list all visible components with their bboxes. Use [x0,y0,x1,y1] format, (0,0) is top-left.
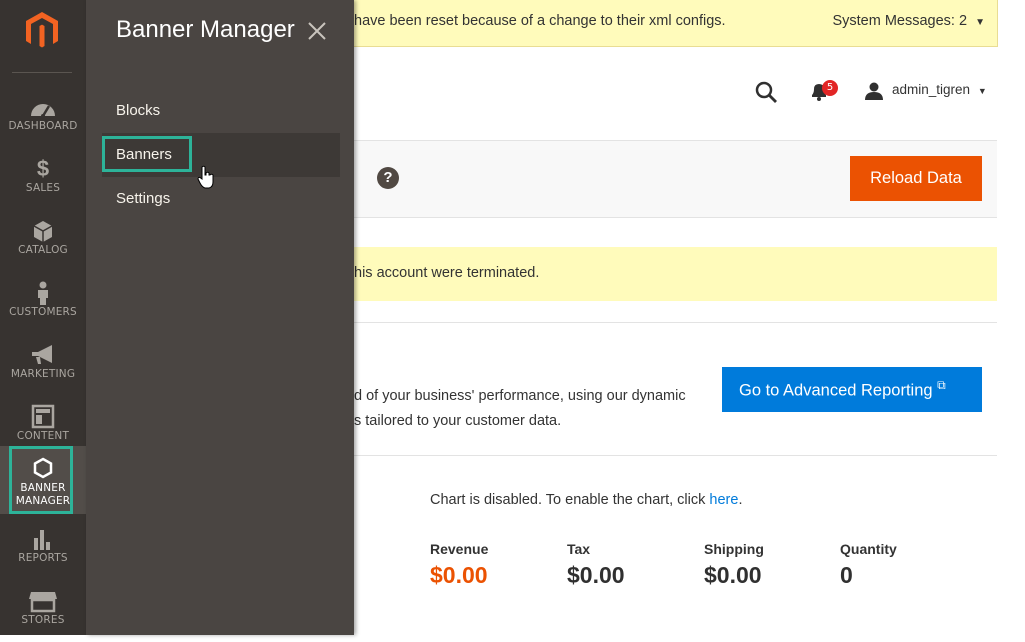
banner-manager-submenu: Banner Manager Blocks Banners Settings [86,0,354,635]
sidebar-item-customers[interactable]: CUSTOMERS [0,270,86,332]
advanced-reporting-line1: d of your business' performance, using o… [354,388,686,404]
storefront-icon [29,592,57,613]
revenue-value: $0.00 [430,562,488,588]
warning-message: his account were terminated. [354,247,997,301]
sidebar-divider [12,72,72,73]
sidebar-item-stores[interactable]: STORES [0,580,86,642]
tax-value: $0.00 [567,562,625,588]
search-icon[interactable] [754,80,778,104]
bar-chart-icon [34,530,50,550]
quantity-label: Quantity [840,541,897,557]
chart-note-prefix: Chart is disabled. To enable the chart, … [430,492,710,508]
dashboard-gauge-icon [31,104,55,118]
submenu-item-blocks[interactable]: Blocks [116,102,160,119]
enable-chart-link[interactable]: here [709,492,738,508]
help-icon[interactable]: ? [377,167,399,189]
sidebar-item-label: MARKETING [10,368,76,380]
megaphone-icon [32,345,52,364]
username: admin_tigren [892,82,971,97]
submenu-item-settings[interactable]: Settings [116,190,170,207]
submenu-item-banners[interactable]: Banners [116,146,172,163]
chart-disabled-note: Chart is disabled. To enable the chart, … [430,492,742,508]
advanced-reporting-button[interactable]: Go to Advanced Reporting ⧉ [722,367,982,412]
sidebar-item-label: BANNER MANAGER [15,482,71,507]
hexagon-icon [33,457,53,479]
user-icon [865,82,883,100]
shipping-label: Shipping [704,541,764,557]
external-link-icon: ⧉ [937,378,946,393]
system-message-bar: have been reset because of a change to t… [354,0,998,47]
revenue-label: Revenue [430,541,489,557]
admin-sidebar: DASHBOARD $ SALES CATALOG CUSTOMERS MARK… [0,0,86,635]
quantity-value: 0 [840,562,853,588]
sidebar-item-sales[interactable]: $ SALES [0,146,86,208]
warning-text: his account were terminated. [354,265,540,281]
section-divider [354,322,997,323]
user-menu[interactable]: admin_tigren ▼ [892,82,987,97]
hand-cursor-icon [197,165,214,189]
sidebar-item-label: STORES [21,614,65,626]
shipping-value: $0.00 [704,562,762,588]
sidebar-item-banner-manager[interactable]: BANNER MANAGER [0,446,86,514]
system-messages-toggle[interactable]: System Messages: 2 ▼ [832,13,985,29]
submenu-title: Banner Manager [116,16,295,43]
sidebar-item-label: DASHBOARD [8,120,78,132]
sidebar-item-catalog[interactable]: CATALOG [0,208,86,270]
system-messages-count: System Messages: 2 [832,13,968,29]
dollar-icon: $ [36,156,50,181]
sidebar-item-label: SALES [25,182,61,194]
sidebar-item-label: CONTENT [16,430,70,442]
magento-logo-icon[interactable] [22,10,62,50]
layout-icon [31,404,55,429]
chevron-down-icon: ▼ [977,86,987,96]
advanced-reporting-line2: s tailored to your customer data. [354,413,562,429]
tax-label: Tax [567,541,591,557]
sidebar-item-marketing[interactable]: MARKETING [0,332,86,394]
section-divider [354,455,997,456]
sidebar-item-label: CUSTOMERS [9,306,77,318]
sidebar-item-reports[interactable]: REPORTS [0,518,86,580]
chevron-down-icon: ▼ [975,17,985,28]
notification-badge: 5 [822,80,838,96]
sidebar-item-label: CATALOG [18,244,68,256]
advanced-reporting-description: d of your business' performance, using o… [354,384,714,434]
person-icon [38,281,48,305]
advanced-reporting-button-label: Go to Advanced Reporting [739,381,933,400]
close-icon[interactable] [304,18,330,44]
system-message-text: have been reset because of a change to t… [354,13,726,29]
box-icon [33,221,53,242]
reload-data-button[interactable]: Reload Data [850,156,982,201]
sidebar-item-label: REPORTS [18,552,68,564]
sidebar-item-dashboard[interactable]: DASHBOARD [0,84,86,146]
chart-note-suffix: . [738,492,743,508]
